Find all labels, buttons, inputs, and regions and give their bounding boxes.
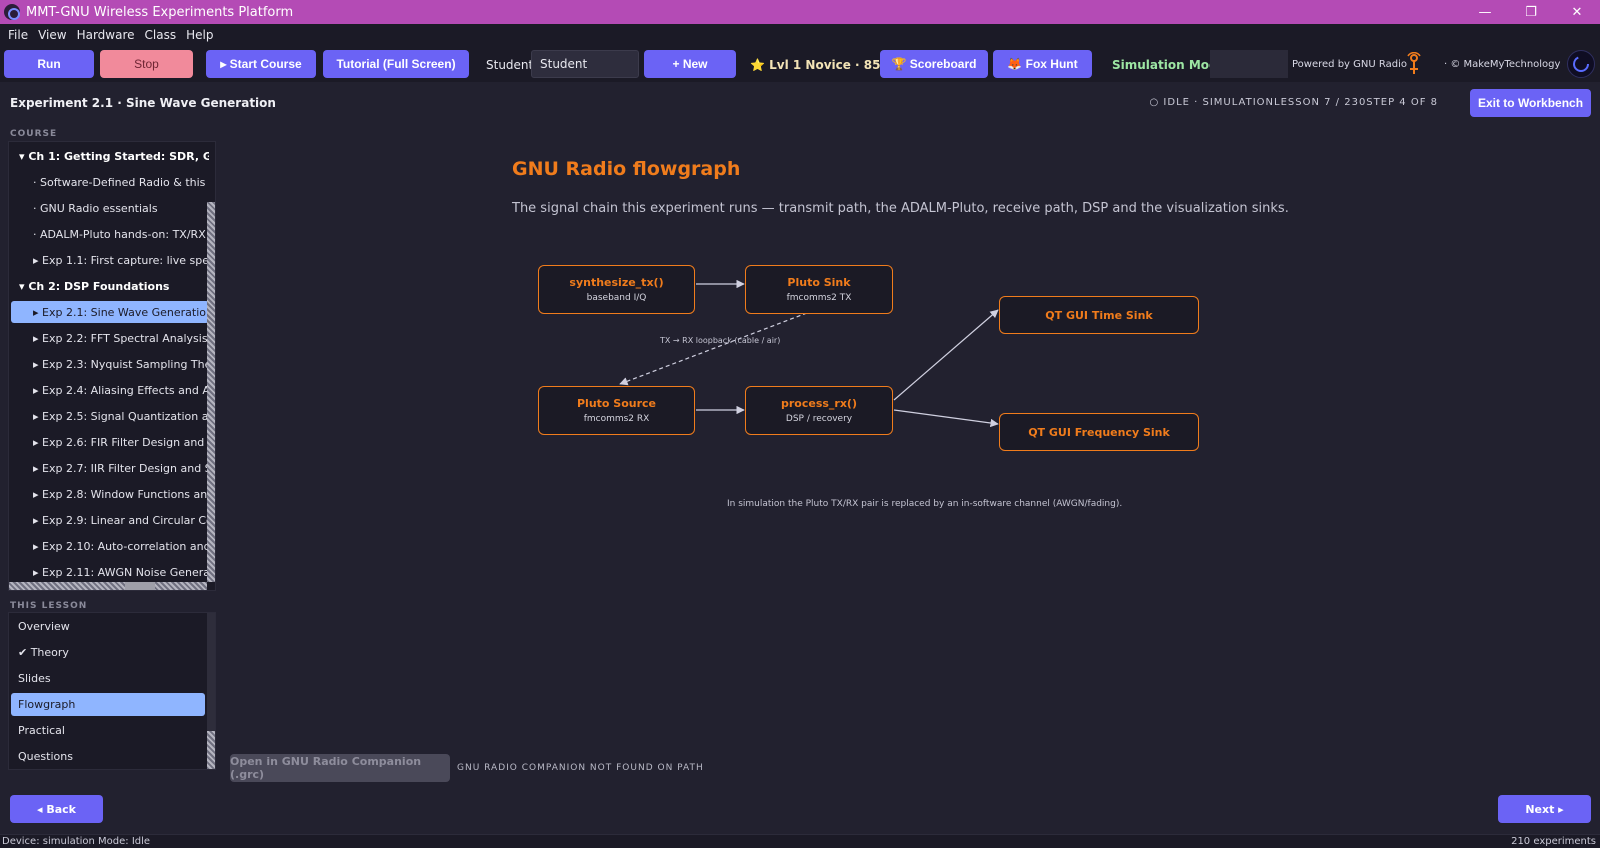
course-item[interactable]: ▸ Exp 2.10: Auto-correlation and Cross: [11, 535, 209, 557]
node-synthesize-tx[interactable]: synthesize_tx() baseband I/Q: [538, 265, 695, 314]
simulation-mode-indicator: [1210, 50, 1288, 78]
simulation-note: In simulation the Pluto TX/RX pair is re…: [727, 499, 1123, 509]
window-controls: — ❐ ✕: [1462, 0, 1600, 24]
lesson-item-theory[interactable]: ✔ Theory: [11, 641, 205, 664]
device-status: Device: simulation Mode: Idle: [2, 836, 151, 847]
window-title: MMT-GNU Wireless Experiments Platform: [26, 4, 294, 20]
lesson-item-slides[interactable]: Slides: [11, 667, 205, 690]
node-title: QT GUI Frequency Sink: [1028, 425, 1170, 439]
course-section-label: COURSE: [10, 129, 58, 139]
course-item[interactable]: ▸ Exp 2.5: Signal Quantization and Quali…: [11, 405, 209, 427]
node-qt-time-sink[interactable]: QT GUI Time Sink: [999, 296, 1199, 334]
loopback-label: TX → RX loopback (cable / air): [660, 336, 781, 345]
edge-process-to-freq-sink: [893, 409, 999, 428]
menu-bar: File View Hardware Class Help: [0, 24, 1600, 46]
node-pluto-sink[interactable]: Pluto Sink fmcomms2 TX: [745, 265, 893, 314]
course-chapter-1[interactable]: ▾ Ch 1: Getting Started: SDR, GNU Radio: [11, 145, 209, 167]
copyright-label: · © MakeMyTechnology: [1444, 59, 1561, 70]
exit-to-workbench-button[interactable]: Exit to Workbench: [1470, 89, 1591, 117]
toolbar: Run Stop ▸ Start Course Tutorial (Full S…: [0, 46, 1600, 82]
node-subtitle: DSP / recovery: [785, 414, 853, 424]
powered-by-label: Powered by GNU Radio: [1292, 59, 1407, 70]
content-title: GNU Radio flowgraph: [512, 158, 741, 180]
menu-hardware[interactable]: Hardware: [73, 28, 139, 42]
course-item[interactable]: ▸ Exp 2.3: Nyquist Sampling Theorem: [11, 353, 209, 375]
menu-file[interactable]: File: [4, 28, 32, 42]
start-course-button[interactable]: ▸ Start Course: [206, 50, 316, 78]
node-title: synthesize_tx(): [569, 276, 664, 289]
app-logo-icon: [4, 4, 20, 20]
lesson-item-practical[interactable]: Practical: [11, 719, 205, 742]
course-horizontal-scroll-thumb[interactable]: [125, 582, 155, 590]
course-item[interactable]: · GNU Radio essentials: [11, 197, 209, 219]
course-item-selected[interactable]: ▸ Exp 2.1: Sine Wave Generation and Anal…: [11, 301, 209, 323]
maximize-icon[interactable]: ❐: [1508, 0, 1554, 24]
lesson-item-flowgraph[interactable]: Flowgraph: [11, 693, 205, 716]
simulation-mode-label: Simulation Mode: [1112, 58, 1226, 72]
course-vertical-scrollbar[interactable]: [207, 202, 215, 582]
tutorial-button[interactable]: Tutorial (Full Screen): [323, 50, 469, 78]
open-grc-button[interactable]: Open in GNU Radio Companion (.grc): [230, 754, 450, 782]
student-label: Student:: [486, 58, 538, 72]
course-item[interactable]: ▸ Exp 2.8: Window Functions and Spectral: [11, 483, 209, 505]
experiment-count: 210 experiments: [1511, 836, 1596, 847]
node-title: process_rx(): [780, 397, 857, 410]
node-title: Pluto Source: [576, 397, 657, 410]
course-item[interactable]: · Software-Defined Radio & this platform: [11, 171, 209, 193]
lesson-section-label: THIS LESSON: [10, 601, 88, 611]
menu-class[interactable]: Class: [141, 28, 181, 42]
experiment-title: Experiment 2.1 · Sine Wave Generation: [10, 96, 276, 110]
lesson-nav: Overview ✔ Theory Slides Flowgraph Pract…: [8, 612, 216, 770]
menu-view[interactable]: View: [34, 28, 70, 42]
lesson-item-questions[interactable]: Questions: [11, 745, 205, 768]
student-input[interactable]: Student: [531, 50, 639, 78]
flowgraph-diagram: synthesize_tx() baseband I/Q Pluto Sink …: [520, 250, 1220, 510]
grc-not-found-note: GNU RADIO COMPANION NOT FOUND ON PATH: [457, 763, 704, 773]
course-item[interactable]: ▸ Exp 2.6: FIR Filter Design and Respons…: [11, 431, 209, 453]
course-tree[interactable]: ▾ Ch 1: Getting Started: SDR, GNU Radio …: [8, 141, 216, 591]
node-subtitle: fmcomms2 TX: [786, 293, 852, 303]
scoreboard-button[interactable]: 🏆 Scoreboard: [880, 50, 988, 78]
course-horizontal-scrollbar[interactable]: [9, 582, 207, 590]
title-bar: MMT-GNU Wireless Experiments Platform — …: [0, 0, 1600, 24]
course-chapter-2[interactable]: ▾ Ch 2: DSP Foundations: [11, 275, 209, 297]
gnu-radio-logo-icon: [1407, 52, 1421, 74]
edge-process-to-time-sink: [893, 309, 999, 401]
minimize-icon[interactable]: —: [1462, 0, 1508, 24]
node-title: Pluto Sink: [787, 276, 851, 289]
node-title: QT GUI Time Sink: [1045, 308, 1153, 322]
close-icon[interactable]: ✕: [1554, 0, 1600, 24]
lesson-item-overview[interactable]: Overview: [11, 615, 205, 638]
content-description: The signal chain this experiment runs — …: [512, 201, 1289, 216]
node-subtitle: baseband I/Q: [586, 293, 647, 303]
stop-button[interactable]: Stop: [100, 50, 193, 78]
status-bar: Device: simulation Mode: Idle 210 experi…: [0, 834, 1600, 848]
makemytechnology-logo-icon: [1567, 50, 1595, 78]
course-item[interactable]: ▸ Exp 2.4: Aliasing Effects and Anti-Ali…: [11, 379, 209, 401]
new-student-button[interactable]: + New: [644, 50, 736, 78]
course-item[interactable]: ▸ Exp 1.1: First capture: live spectrum: [11, 249, 209, 271]
lesson-scroll-thumb[interactable]: [207, 731, 215, 769]
fox-hunt-button[interactable]: 🦊 Fox Hunt: [993, 50, 1092, 78]
lesson-status: ○ IDLE · SIMULATIONLESSON 7 / 230STEP 4 …: [1149, 97, 1438, 108]
node-qt-frequency-sink[interactable]: QT GUI Frequency Sink: [999, 413, 1199, 451]
node-process-rx[interactable]: process_rx() DSP / recovery: [745, 386, 893, 435]
menu-help[interactable]: Help: [182, 28, 217, 42]
node-subtitle: fmcomms2 RX: [583, 414, 650, 424]
course-item[interactable]: ▸ Exp 2.2: FFT Spectral Analysis: [11, 327, 209, 349]
next-button[interactable]: Next ▸: [1498, 795, 1591, 823]
node-pluto-source[interactable]: Pluto Source fmcomms2 RX: [538, 386, 695, 435]
edge-loopback: [619, 307, 821, 386]
course-item[interactable]: ▸ Exp 2.11: AWGN Noise Generation: [11, 561, 209, 583]
course-item[interactable]: ▸ Exp 2.9: Linear and Circular Convoluti…: [11, 509, 209, 531]
run-button[interactable]: Run: [4, 50, 94, 78]
course-item[interactable]: · ADALM-Pluto hands-on: TX/RX & loopback: [11, 223, 209, 245]
course-item[interactable]: ▸ Exp 2.7: IIR Filter Design and Stabili…: [11, 457, 209, 479]
back-button[interactable]: ◂ Back: [10, 795, 103, 823]
